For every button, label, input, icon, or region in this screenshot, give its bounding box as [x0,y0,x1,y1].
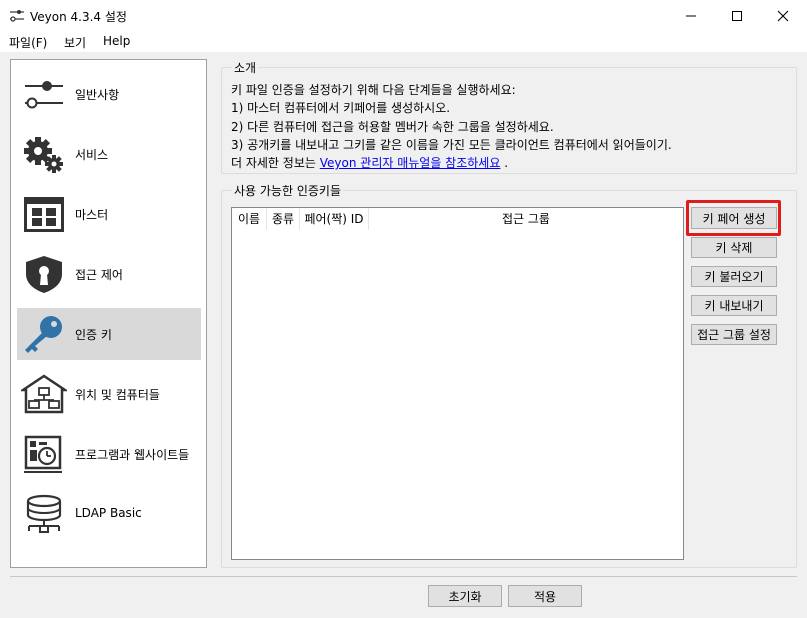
sidebar-item-master[interactable]: 마스터 [17,188,201,240]
apply-button[interactable]: 적용 [508,585,582,607]
sliders-icon [25,81,63,109]
sidebar-item-ldap-basic[interactable]: LDAP Basic [17,488,201,540]
sidebar: 일반사항 서비스 마스터 접근 제어 인증 키 위치 및 컴퓨터들 프로그램과 … [10,59,207,568]
admin-manual-link[interactable]: Veyon 관리자 매뉴얼을 참조하세요 [320,156,501,170]
auth-keys-group-title: 사용 가능한 인증키들 [232,182,343,199]
menu-bar: 파일(F) 보기 Help [0,31,807,52]
intro-group-title: 소개 [232,59,259,76]
grid-window-icon [24,197,64,232]
intro-step-1: 1) 마스터 컴퓨터에서 키페어를 생성하시오. [231,101,451,115]
intro-line: 키 파일 인증을 설정하기 위해 다음 단계들을 실행하세요: [231,83,516,97]
minimize-button[interactable] [668,0,714,31]
title-bar: Veyon 4.3.4 설정 [0,0,807,31]
network-house-icon [21,374,67,414]
sidebar-item-label: 인증 키 [75,328,112,342]
sidebar-item-label: LDAP Basic [75,506,142,520]
close-button[interactable] [760,0,806,31]
column-header-access-group[interactable]: 접근 그룹 [369,208,683,230]
footer-separator [10,576,797,577]
sidebar-item-locations[interactable]: 위치 및 컴퓨터들 [17,368,201,420]
menu-view[interactable]: 보기 [64,34,86,51]
intro-step-2: 2) 다른 컴퓨터에 접근을 허용할 멤버가 속한 그룹을 설정하세요. [231,120,554,134]
sidebar-item-programs-websites[interactable]: 프로그램과 웹사이트들 [17,428,201,480]
shield-lock-icon [26,256,62,293]
maximize-button[interactable] [714,0,760,31]
intro-group: 소개 키 파일 인증을 설정하기 위해 다음 단계들을 실행하세요: 1) 마스… [221,59,797,174]
gears-icon [24,137,63,173]
delete-key-button[interactable]: 키 삭제 [691,237,777,258]
intro-more-info: 더 자세한 정보는 Veyon 관리자 매뉴얼을 참조하세요 . [231,154,508,171]
intro-step-3: 3) 공개키를 내보내고 그키를 같은 이름을 가진 모든 클라이언트 컴퓨터에… [231,138,672,152]
set-access-group-button[interactable]: 접근 그룹 설정 [691,324,777,345]
sliders-icon [10,10,24,22]
key-icon [25,316,62,353]
more-info-suffix: . [504,156,509,170]
column-header-name[interactable]: 이름 [232,208,267,230]
column-header-type[interactable]: 종류 [267,208,300,230]
create-key-pair-button[interactable]: 키 페어 생성 [691,207,777,229]
sidebar-item-access-control[interactable]: 접근 제어 [17,248,201,300]
menu-file[interactable]: 파일(F) [9,34,47,51]
sidebar-item-label: 마스터 [75,208,109,222]
column-header-pair-id[interactable]: 페어(짝) ID [300,208,369,230]
program-clock-icon [24,435,62,473]
sidebar-item-general[interactable]: 일반사항 [17,68,201,120]
sidebar-item-label: 서비스 [75,148,109,162]
sidebar-item-auth-keys[interactable]: 인증 키 [17,308,201,360]
more-info-prefix: 더 자세한 정보는 [231,156,316,170]
sidebar-item-label: 프로그램과 웹사이트들 [75,448,190,462]
minimize-icon [686,15,696,16]
auth-keys-table[interactable]: 이름 종류 페어(짝) ID 접근 그룹 [231,207,684,560]
reset-button[interactable]: 초기화 [428,585,502,607]
import-key-button[interactable]: 키 불러오기 [691,266,777,287]
sidebar-item-label: 위치 및 컴퓨터들 [75,388,160,402]
export-key-button[interactable]: 키 내보내기 [691,295,777,316]
close-icon [777,10,789,21]
menu-help[interactable]: Help [103,34,130,48]
sidebar-item-label: 일반사항 [75,88,120,102]
sidebar-item-label: 접근 제어 [75,268,123,282]
database-network-icon [26,494,62,533]
window-title: Veyon 4.3.4 설정 [30,10,127,24]
maximize-icon [732,10,742,21]
sidebar-item-service[interactable]: 서비스 [17,128,201,180]
